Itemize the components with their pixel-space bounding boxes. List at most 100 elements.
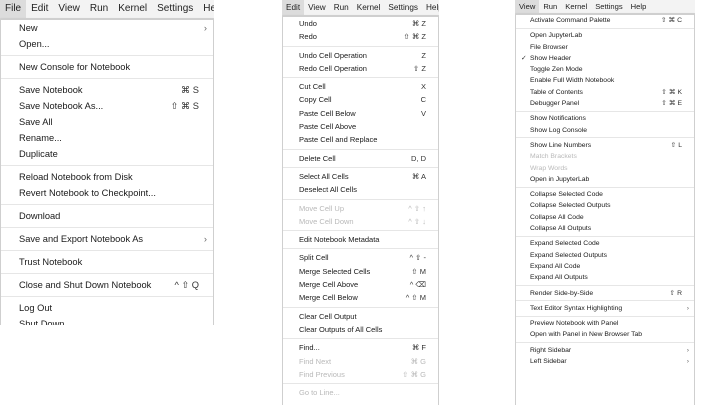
- menubar-settings[interactable]: Settings: [152, 0, 198, 18]
- menu-item-edit-notebook-metadata[interactable]: Edit Notebook Metadata: [283, 233, 438, 246]
- menu-item-shortcut: ⇧ ⌘ G: [402, 369, 426, 379]
- menu-item-paste-cell-below[interactable]: Paste Cell Below V: [283, 107, 438, 120]
- menu-item-trust-notebook[interactable]: Trust Notebook: [1, 254, 213, 270]
- menubar-run[interactable]: Run: [330, 0, 353, 15]
- menu-item-download[interactable]: Download: [1, 208, 213, 224]
- menubar-view[interactable]: View: [53, 0, 85, 18]
- menu-item-new-console-for-notebook[interactable]: New Console for Notebook: [1, 59, 213, 75]
- menubar-view[interactable]: View: [304, 0, 330, 15]
- menu-item-undo-cell-operation[interactable]: Undo Cell Operation Z: [283, 49, 438, 62]
- menu-item-redo[interactable]: Redo ⇧ ⌘ Z: [283, 30, 438, 43]
- menubar-run[interactable]: Run: [539, 0, 561, 13]
- menu-item-merge-cell-above[interactable]: Merge Cell Above ^ ⌫: [283, 278, 438, 291]
- menu-item-merge-cell-below[interactable]: Merge Cell Below ^ ⇧ M: [283, 291, 438, 304]
- menu-item-show-notifications[interactable]: Show Notifications: [516, 113, 694, 124]
- menu-item-open[interactable]: Open...: [1, 36, 213, 52]
- menubar-kernel[interactable]: Kernel: [561, 0, 591, 13]
- menu-item-text-editor-syntax-highlighting[interactable]: Text Editor Syntax Highlighting ›: [516, 303, 694, 314]
- menu-item-enable-full-width-notebook[interactable]: Enable Full Width Notebook: [516, 75, 694, 86]
- menu-item-label: Table of Contents: [530, 88, 583, 96]
- menu-item-find[interactable]: Find... ⌘ F: [283, 341, 438, 354]
- menu-item-revert-notebook-to-checkpoint[interactable]: Revert Notebook to Checkpoint...: [1, 185, 213, 201]
- menu-item-close-and-shut-down-notebook[interactable]: Close and Shut Down Notebook ^ ⇧ Q: [1, 277, 213, 293]
- menubar-settings[interactable]: Settings: [591, 0, 626, 13]
- menu-item-cut-cell[interactable]: Cut Cell X: [283, 80, 438, 93]
- menu-item-label: Open in JupyterLab: [530, 175, 590, 183]
- menu-item-show-log-console[interactable]: Show Log Console: [516, 125, 694, 136]
- menubar-help[interactable]: Help: [422, 0, 439, 15]
- menu-item-collapse-all-outputs[interactable]: Collapse All Outputs: [516, 223, 694, 234]
- menu-item-label: Expand Selected Code: [530, 240, 600, 248]
- menu-item-label: Clear Cell Output: [299, 311, 357, 321]
- menu-item-expand-all-code[interactable]: Expand All Code: [516, 261, 694, 272]
- menu-item-shortcut: ⇧ L: [670, 141, 682, 149]
- menu-item-deselect-all-cells[interactable]: Deselect All Cells: [283, 183, 438, 196]
- menu-item-label: Show Log Console: [530, 126, 588, 134]
- menu-item-collapse-selected-outputs[interactable]: Collapse Selected Outputs: [516, 200, 694, 211]
- menu-item-show-header[interactable]: ✓ Show Header: [516, 53, 694, 64]
- menu-item-toggle-zen-mode[interactable]: Toggle Zen Mode: [516, 64, 694, 75]
- menu-item-shut-down[interactable]: Shut Down: [1, 316, 213, 325]
- edit-menu: Undo ⌘ Z Redo ⇧ ⌘ Z Undo Cell Operation Z Redo…: [282, 16, 439, 405]
- menu-item-delete-cell[interactable]: Delete Cell D, D: [283, 152, 438, 165]
- menu-item-preview-notebook-with-panel[interactable]: Preview Notebook with Panel: [516, 318, 694, 329]
- menu-item-debugger-panel[interactable]: Debugger Panel ⇧ ⌘ E: [516, 98, 694, 109]
- menu-item-log-out[interactable]: Log Out: [1, 300, 213, 316]
- edit-menu-panel: EditViewRunKernelSettingsHelp Undo ⌘ Z Red…: [282, 0, 439, 405]
- menu-item-clear-outputs-of-all-cells[interactable]: Clear Outputs of All Cells: [283, 323, 438, 336]
- menu-item-collapse-all-code[interactable]: Collapse All Code: [516, 212, 694, 223]
- menu-item-duplicate[interactable]: Duplicate: [1, 146, 213, 162]
- menu-item-shortcut: ⇧ ⌘ S: [170, 101, 199, 111]
- menubar-file[interactable]: File: [0, 0, 27, 18]
- menubar-edit[interactable]: Edit: [282, 0, 305, 15]
- menu-item-file-browser[interactable]: File Browser: [516, 42, 694, 53]
- menu-item-right-sidebar[interactable]: Right Sidebar ›: [516, 345, 694, 356]
- menu-item-label: Show Line Numbers: [530, 141, 592, 149]
- menu-item-save-notebook-as[interactable]: Save Notebook As... ⇧ ⌘ S: [1, 98, 213, 114]
- menu-separator: [283, 230, 438, 232]
- menubar-help[interactable]: Help: [198, 0, 214, 18]
- menu-item-expand-selected-outputs[interactable]: Expand Selected Outputs: [516, 250, 694, 261]
- menu-separator: [283, 198, 438, 200]
- menu-item-new[interactable]: New ›: [1, 20, 213, 36]
- menubar-help[interactable]: Help: [627, 0, 651, 13]
- menu-item-activate-command-palette[interactable]: Activate Command Palette ⇧ ⌘ C: [516, 15, 694, 26]
- menu-item-paste-cell-above[interactable]: Paste Cell Above: [283, 120, 438, 133]
- menu-item-save-all[interactable]: Save All: [1, 114, 213, 130]
- menubar-settings[interactable]: Settings: [384, 0, 422, 15]
- menu-separator: [283, 148, 438, 150]
- menu-item-expand-all-outputs[interactable]: Expand All Outputs: [516, 272, 694, 283]
- menu-item-left-sidebar[interactable]: Left Sidebar ›: [516, 356, 694, 367]
- menubar-view[interactable]: View: [515, 0, 540, 13]
- menu-item-merge-selected-cells[interactable]: Merge Selected Cells ⇧ M: [283, 265, 438, 278]
- file-menu: New › Open... New Console for Notebook Save …: [0, 19, 214, 325]
- menubar-run[interactable]: Run: [85, 0, 113, 18]
- menu-item-redo-cell-operation[interactable]: Redo Cell Operation ⇧ Z: [283, 62, 438, 75]
- menu-item-rename[interactable]: Rename...: [1, 130, 213, 146]
- menu-item-reload-notebook-from-disk[interactable]: Reload Notebook from Disk: [1, 169, 213, 185]
- menu-item-clear-cell-output[interactable]: Clear Cell Output: [283, 310, 438, 323]
- menu-item-open-jupyterlab[interactable]: Open JupyterLab: [516, 30, 694, 41]
- menu-item-table-of-contents[interactable]: Table of Contents ⇧ ⌘ K: [516, 87, 694, 98]
- menu-item-undo[interactable]: Undo ⌘ Z: [283, 17, 438, 30]
- menu-item-render-side-by-side[interactable]: Render Side-by-Side ⇧ R: [516, 288, 694, 299]
- menubar-edit[interactable]: Edit: [26, 0, 53, 18]
- menu-item-select-all-cells[interactable]: Select All Cells ⌘ A: [283, 170, 438, 183]
- check-icon: ✓: [521, 54, 527, 62]
- menu-item-copy-cell[interactable]: Copy Cell C: [283, 93, 438, 106]
- menu-item-label: Move Cell Down: [299, 216, 354, 226]
- menubar-kernel[interactable]: Kernel: [113, 0, 152, 18]
- menu-item-save-and-export-notebook-as[interactable]: Save and Export Notebook As ›: [1, 231, 213, 247]
- menu-item-show-line-numbers[interactable]: Show Line Numbers ⇧ L: [516, 140, 694, 151]
- menu-item-collapse-selected-code[interactable]: Collapse Selected Code: [516, 189, 694, 200]
- menu-separator: [1, 296, 213, 297]
- menu-item-shortcut: ⇧ Z: [413, 63, 426, 73]
- menu-item-expand-selected-code[interactable]: Expand Selected Code: [516, 238, 694, 249]
- menu-item-save-notebook[interactable]: Save Notebook ⌘ S: [1, 82, 213, 98]
- menu-item-open-with-panel-in-new-browser-tab[interactable]: Open with Panel in New Browser Tab: [516, 329, 694, 340]
- menu-item-split-cell[interactable]: Split Cell ^ ⇧ -: [283, 251, 438, 264]
- menubar: FileEditViewRunKernelSettingsHelp: [0, 0, 214, 19]
- menubar-kernel[interactable]: Kernel: [353, 0, 385, 15]
- menu-item-paste-cell-and-replace[interactable]: Paste Cell and Replace: [283, 133, 438, 146]
- menu-item-open-in-jupyterlab[interactable]: Open in JupyterLab: [516, 174, 694, 185]
